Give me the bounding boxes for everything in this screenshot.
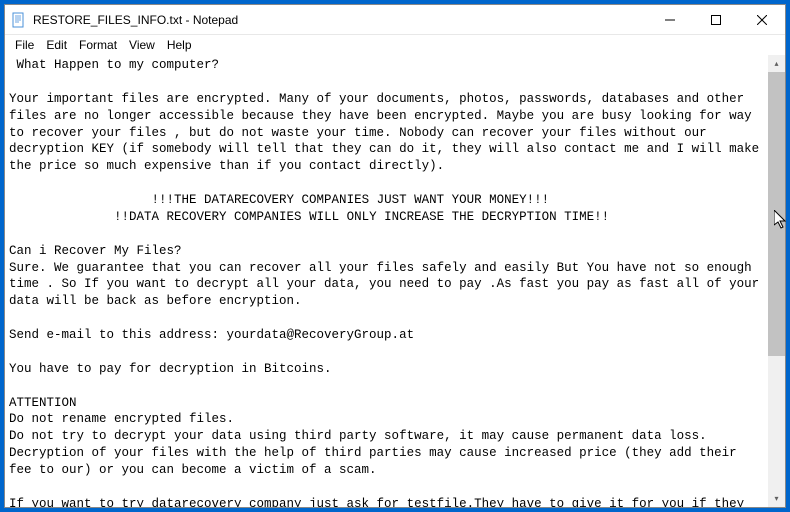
scroll-track[interactable] [768, 72, 785, 490]
scroll-down-button[interactable]: ▾ [768, 490, 785, 507]
scroll-thumb[interactable] [768, 72, 785, 356]
titlebar[interactable]: RESTORE_FILES_INFO.txt - Notepad [5, 5, 785, 35]
menubar: File Edit Format View Help [5, 35, 785, 55]
close-button[interactable] [739, 5, 785, 34]
scroll-up-button[interactable]: ▴ [768, 55, 785, 72]
notepad-window: RESTORE_FILES_INFO.txt - Notepad File Ed… [4, 4, 786, 508]
window-controls [647, 5, 785, 34]
menu-edit[interactable]: Edit [40, 37, 73, 53]
menu-view[interactable]: View [123, 37, 161, 53]
menu-file[interactable]: File [9, 37, 40, 53]
vertical-scrollbar[interactable]: ▴ ▾ [768, 55, 785, 507]
maximize-button[interactable] [693, 5, 739, 34]
editor-area: What Happen to my computer? Your importa… [5, 55, 785, 507]
window-title: RESTORE_FILES_INFO.txt - Notepad [33, 13, 647, 27]
text-content[interactable]: What Happen to my computer? Your importa… [5, 55, 768, 507]
minimize-button[interactable] [647, 5, 693, 34]
app-icon [11, 12, 27, 28]
menu-format[interactable]: Format [73, 37, 123, 53]
menu-help[interactable]: Help [161, 37, 198, 53]
